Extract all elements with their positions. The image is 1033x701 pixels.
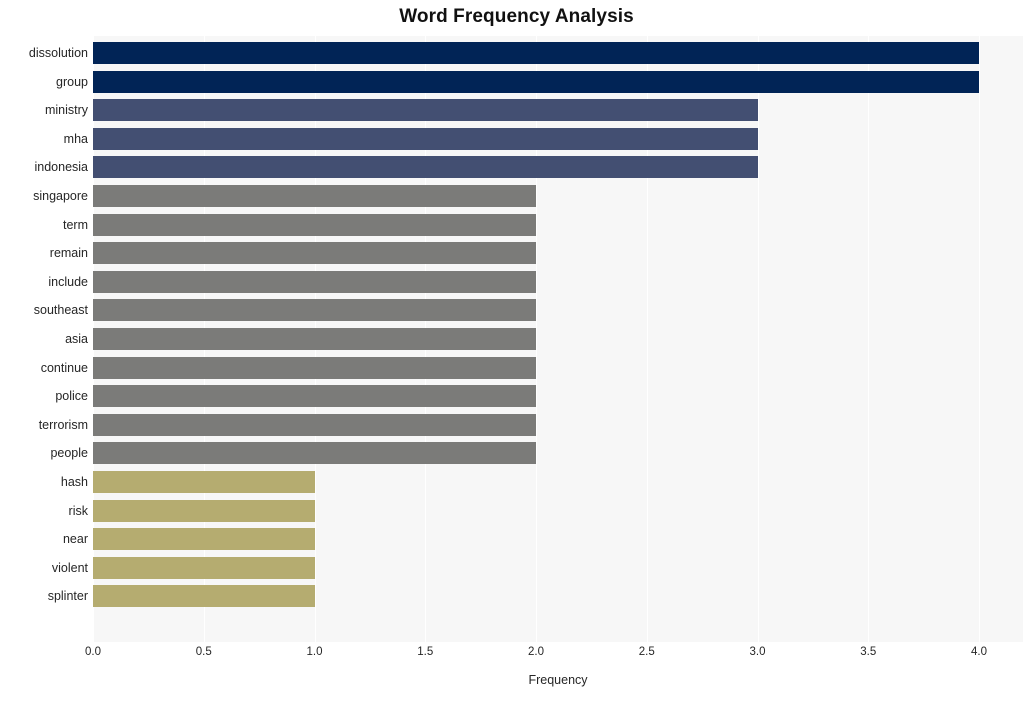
bar xyxy=(93,127,758,150)
bar xyxy=(93,242,536,265)
y-axis-tick-label: term xyxy=(63,217,88,232)
chart-figure: Word Frequency Analysis dissolution group… xyxy=(0,0,1033,701)
bar xyxy=(93,185,536,207)
bar xyxy=(93,442,536,465)
y-axis-tick-label: continue xyxy=(40,360,88,375)
bar xyxy=(93,528,315,551)
y-axis-tick-label: include xyxy=(48,274,88,289)
y-axis-tick-label: violent xyxy=(51,560,88,575)
y-axis-tick-label: police xyxy=(55,389,88,404)
bar xyxy=(93,299,536,322)
bar-series xyxy=(93,36,1023,642)
bar xyxy=(93,556,315,579)
y-axis-tick-label: remain xyxy=(49,246,88,261)
x-axis-tick-label: 0.5 xyxy=(195,646,212,658)
bar xyxy=(93,99,758,122)
y-axis-tick-label: hash xyxy=(60,475,88,489)
y-axis-tick-label: people xyxy=(50,446,88,461)
bar xyxy=(93,213,536,236)
y-axis-tick-label: indonesia xyxy=(34,160,88,175)
bar xyxy=(93,156,758,179)
x-axis-title: Frequency xyxy=(528,673,588,687)
y-axis-tick-label: singapore xyxy=(33,189,88,203)
chart-title: Word Frequency Analysis xyxy=(399,6,634,27)
x-axis-tick-label: 4.0 xyxy=(971,646,987,658)
x-axis-tick-label: 3.0 xyxy=(749,646,766,658)
y-axis-tick-label: mha xyxy=(63,131,88,146)
x-axis-tick-labels: 0.0 0.5 1.0 1.5 2.0 2.5 3.0 3.5 4.0 xyxy=(85,646,1023,668)
x-axis-tick-label: 2.5 xyxy=(638,646,655,658)
y-axis-tick-label: dissolution xyxy=(28,46,88,60)
x-axis-tick-label: 1.5 xyxy=(417,646,434,658)
bar xyxy=(93,270,536,293)
y-axis-tick-labels: dissolution group ministry mha indonesia sing… xyxy=(0,36,88,642)
y-axis-tick-label: splinter xyxy=(47,589,88,604)
bar xyxy=(93,413,536,436)
y-axis-tick-label: near xyxy=(62,532,88,547)
bar xyxy=(93,70,979,93)
bar xyxy=(93,499,315,522)
bar xyxy=(93,328,536,350)
bar xyxy=(93,585,315,608)
y-axis-tick-label: terrorism xyxy=(38,417,88,432)
bar xyxy=(93,471,315,493)
x-axis-tick-label: 0.0 xyxy=(85,646,101,658)
bar xyxy=(93,42,979,64)
y-axis-tick-label: ministry xyxy=(44,103,88,118)
y-axis-tick-label: southeast xyxy=(33,303,88,318)
y-axis-tick-label: group xyxy=(56,74,88,89)
x-axis-tick-label: 1.0 xyxy=(306,646,323,658)
x-axis-tick-label: 2.0 xyxy=(528,646,544,658)
y-axis-tick-label: risk xyxy=(68,503,88,518)
bar xyxy=(93,385,536,408)
bar xyxy=(93,356,536,379)
x-axis-tick-label: 3.5 xyxy=(860,646,877,658)
y-axis-tick-label: asia xyxy=(65,332,88,346)
plot-area xyxy=(93,36,1023,642)
